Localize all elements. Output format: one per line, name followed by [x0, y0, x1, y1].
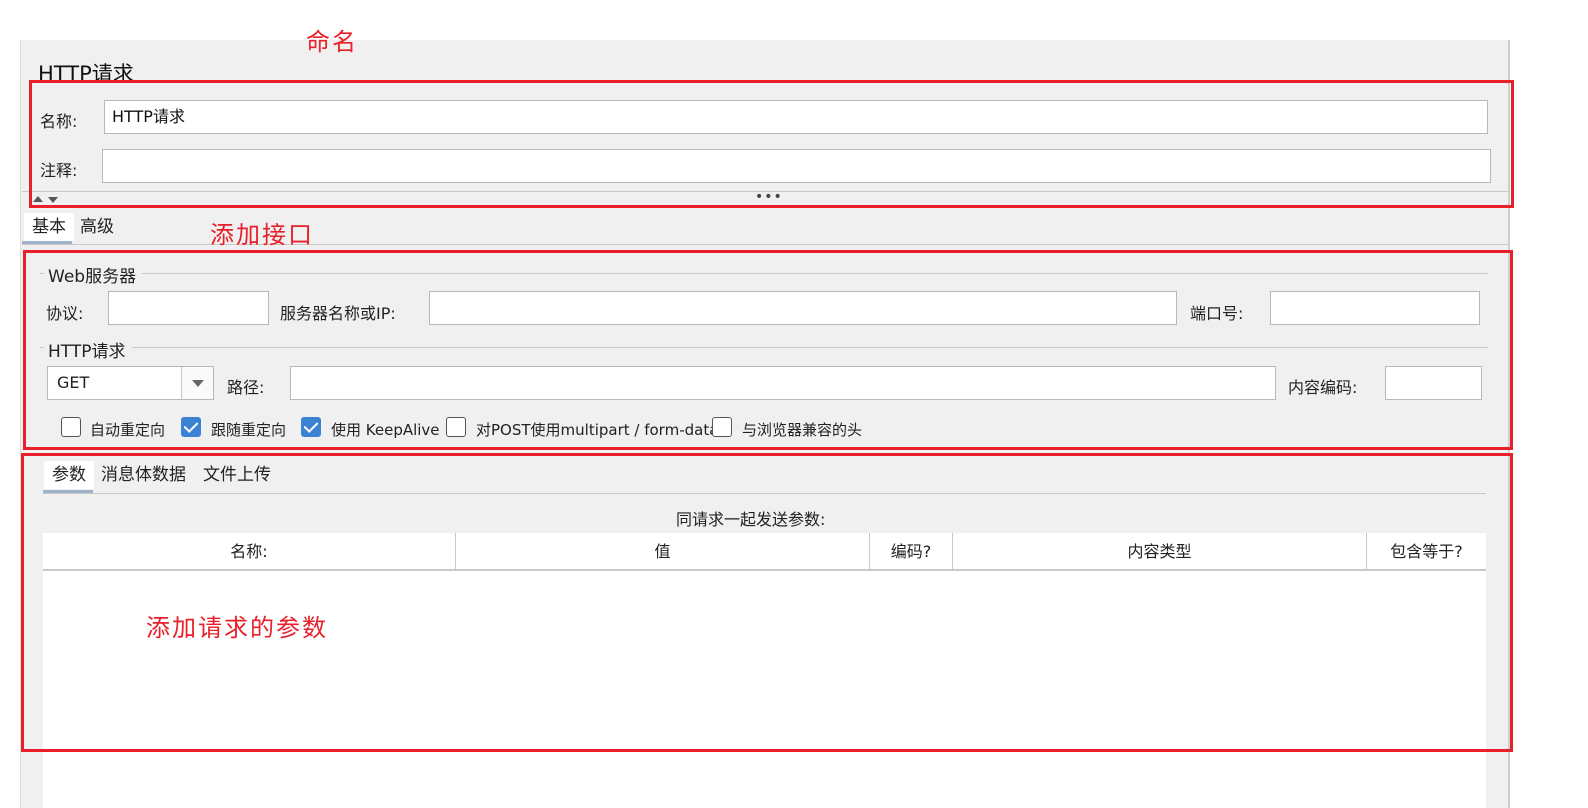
- annotation-box-interface: [23, 250, 1513, 450]
- tab-advanced[interactable]: 高级: [72, 213, 122, 241]
- annotation-box-params: [21, 453, 1513, 752]
- annotation-add-interface: 添加接口: [210, 221, 314, 249]
- annotation-naming: 命名: [306, 28, 358, 56]
- annotation-add-params: 添加请求的参数: [146, 614, 328, 642]
- tab-basic[interactable]: 基本: [24, 213, 74, 241]
- annotation-box-naming: [29, 80, 1514, 208]
